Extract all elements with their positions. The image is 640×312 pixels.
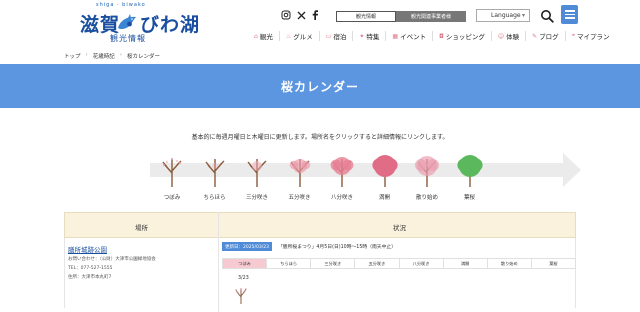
search-icon[interactable]: [540, 8, 554, 23]
logo-romaji: shiga · biwako: [96, 2, 146, 8]
breadcrumb-separator: ›: [85, 52, 88, 58]
calendar-icon: ▦: [392, 32, 399, 40]
nav-item-4[interactable]: ▦ イベント: [385, 31, 432, 41]
site-header: shiga · biwako 滋賀・びわ湖 観光情報 観光情報 観光関連事業者様…: [0, 0, 640, 48]
x-icon[interactable]: [295, 9, 307, 21]
bloom-stage-6: 散り始め: [407, 153, 447, 203]
nav-label: 宿泊: [333, 33, 347, 41]
sakura-tree-icon: [195, 153, 235, 187]
nav-label: ショッピング: [445, 33, 485, 41]
status-cell-0: つぼみ: [222, 258, 268, 269]
update-date-badge: 更新日：2025/03/23: [222, 242, 272, 251]
language-label: Language: [491, 12, 521, 19]
status-cell-4: 八分咲き: [399, 258, 444, 269]
bloom-stage-1: ちらほら: [195, 153, 235, 203]
breadcrumb-current: 桜カレンダー: [126, 54, 160, 60]
status-date: 3/23: [238, 276, 249, 281]
nav-item-0[interactable]: ⌂ 観光: [248, 31, 279, 42]
tab-business[interactable]: 観光関連事業者様: [396, 11, 466, 22]
bloom-stage-2: 三分咲き: [237, 153, 277, 203]
hamburger-menu-button[interactable]: [561, 5, 578, 24]
bloom-stage-label: 八分咲き: [330, 195, 353, 201]
bloom-stage-label: つぼみ: [163, 195, 181, 201]
instagram-icon[interactable]: [280, 9, 292, 21]
nav-item-8[interactable]: ⌖ マイプラン: [564, 31, 616, 41]
bed-icon: ▭: [325, 32, 332, 40]
pen-icon: ✎: [532, 32, 538, 40]
sakura-tree-icon: [407, 153, 447, 187]
facebook-icon[interactable]: [309, 9, 321, 21]
nav-label: 特集: [366, 33, 380, 41]
nav-label: グルメ: [293, 33, 313, 41]
table-header: 場所 状況: [64, 212, 576, 238]
bloom-stage-label: 散り始め: [415, 195, 438, 201]
spot-phone: TEL：077-527-1555: [68, 266, 113, 271]
bloom-stage-label: 五分咲き: [288, 195, 311, 201]
bloom-stage-label: ちらほら: [203, 195, 226, 201]
column-header-place: 場所: [135, 224, 148, 232]
bag-icon: ◘: [439, 32, 444, 40]
column-divider: [218, 212, 219, 312]
nav-item-7[interactable]: ✎ ブログ: [525, 31, 565, 41]
sakura-tree-icon: [152, 153, 192, 187]
bud-tree-icon: [235, 288, 247, 304]
star-icon: ✦: [359, 32, 365, 40]
spot-contact: お問い合わせ：（公財）大津市公園緑地協会: [68, 257, 156, 262]
leaf-tree-icon: [450, 153, 490, 187]
nav-item-3[interactable]: ✦ 特集: [352, 31, 385, 41]
nav-label: 体験: [506, 33, 520, 41]
logo-subtitle: 観光情報: [110, 34, 146, 43]
status-cell-3: 五分咲き: [355, 258, 400, 269]
tab-sightseeing[interactable]: 観光情報: [336, 11, 396, 22]
spot-address: 住所：大津市本丸町7: [68, 275, 112, 280]
breadcrumb: トップ › 花歳時記 › 桜カレンダー: [64, 52, 160, 60]
status-cell-1: ちらほら: [267, 258, 312, 269]
spot-name-link[interactable]: 膳所城跡公園: [68, 244, 107, 254]
nav-item-2[interactable]: ▭ 宿泊: [318, 31, 353, 41]
nav-item-1[interactable]: ♨ グルメ: [278, 31, 319, 41]
language-select[interactable]: Language: [476, 9, 530, 22]
breadcrumb-separator: ›: [119, 52, 122, 58]
bloom-stage-3: 五分咲き: [280, 153, 320, 203]
bloom-stage-arrow: つぼみ ちらほら 三分咲き 五分咲き 八分咲き 満開 散り始め 葉桜: [150, 147, 590, 201]
bloom-stage-0: つぼみ: [152, 153, 192, 203]
arrow-head: [563, 153, 581, 187]
map-icon: ⌖: [571, 32, 576, 39]
person-icon: ☺: [497, 32, 505, 40]
bloom-stage-label: 葉桜: [463, 195, 475, 201]
page-title: 桜カレンダー: [280, 79, 359, 94]
nav-label: イベント: [400, 33, 427, 41]
breadcrumb-top[interactable]: トップ: [64, 52, 81, 60]
bloom-stage-label: 満開: [378, 195, 390, 201]
page-banner: 桜カレンダー: [0, 64, 640, 108]
house-icon: ⌂: [254, 32, 258, 40]
gourmet-icon: ♨: [285, 32, 292, 40]
bloom-stage-7: 葉桜: [450, 153, 490, 203]
global-nav: ⌂ 観光 ♨ グルメ ▭ 宿泊 ✦ 特集 ▦ イベント ◘ ショッピング ☺ 体験 ✎ ブログ ⌖ マイプラン: [248, 31, 616, 41]
bloom-stage-label: 三分咲き: [245, 195, 268, 201]
status-cell-6: 散り始め: [487, 258, 532, 269]
nav-label: 観光: [259, 33, 273, 41]
sakura-tree-icon: [237, 153, 277, 187]
breadcrumb-flower-calendar[interactable]: 花歳時記: [93, 52, 115, 60]
sakura-tree-icon: [280, 153, 320, 187]
status-row: つぼみ ちらほら 三分咲き 五分咲き 八分咲き 満開 散り始め 葉桜: [222, 258, 576, 269]
intro-text: 基本的に毎週月曜日と木曜日に更新します。場所名をクリックすると詳細情報にリンクし…: [191, 134, 449, 141]
bloom-stage-4: 八分咲き: [322, 153, 362, 203]
nav-label: マイプラン: [577, 33, 610, 41]
nav-item-5[interactable]: ◘ ショッピング: [432, 31, 491, 41]
nav-item-6[interactable]: ☺ 体験: [490, 31, 525, 41]
status-cell-7: 葉桜: [531, 258, 576, 269]
nav-label: ブログ: [539, 33, 559, 41]
status-cell-2: 三分咲き: [311, 258, 356, 269]
status-cell-5: 満開: [443, 258, 488, 269]
event-note: 「膳所桜まつり」4月5日(日)10時～15時（雨天中止）: [278, 245, 396, 250]
sakura-tree-icon: [322, 153, 362, 187]
sakura-tree-icon: [365, 153, 405, 187]
column-header-status: 状況: [393, 224, 406, 232]
bloom-stage-5: 満開: [365, 153, 405, 203]
